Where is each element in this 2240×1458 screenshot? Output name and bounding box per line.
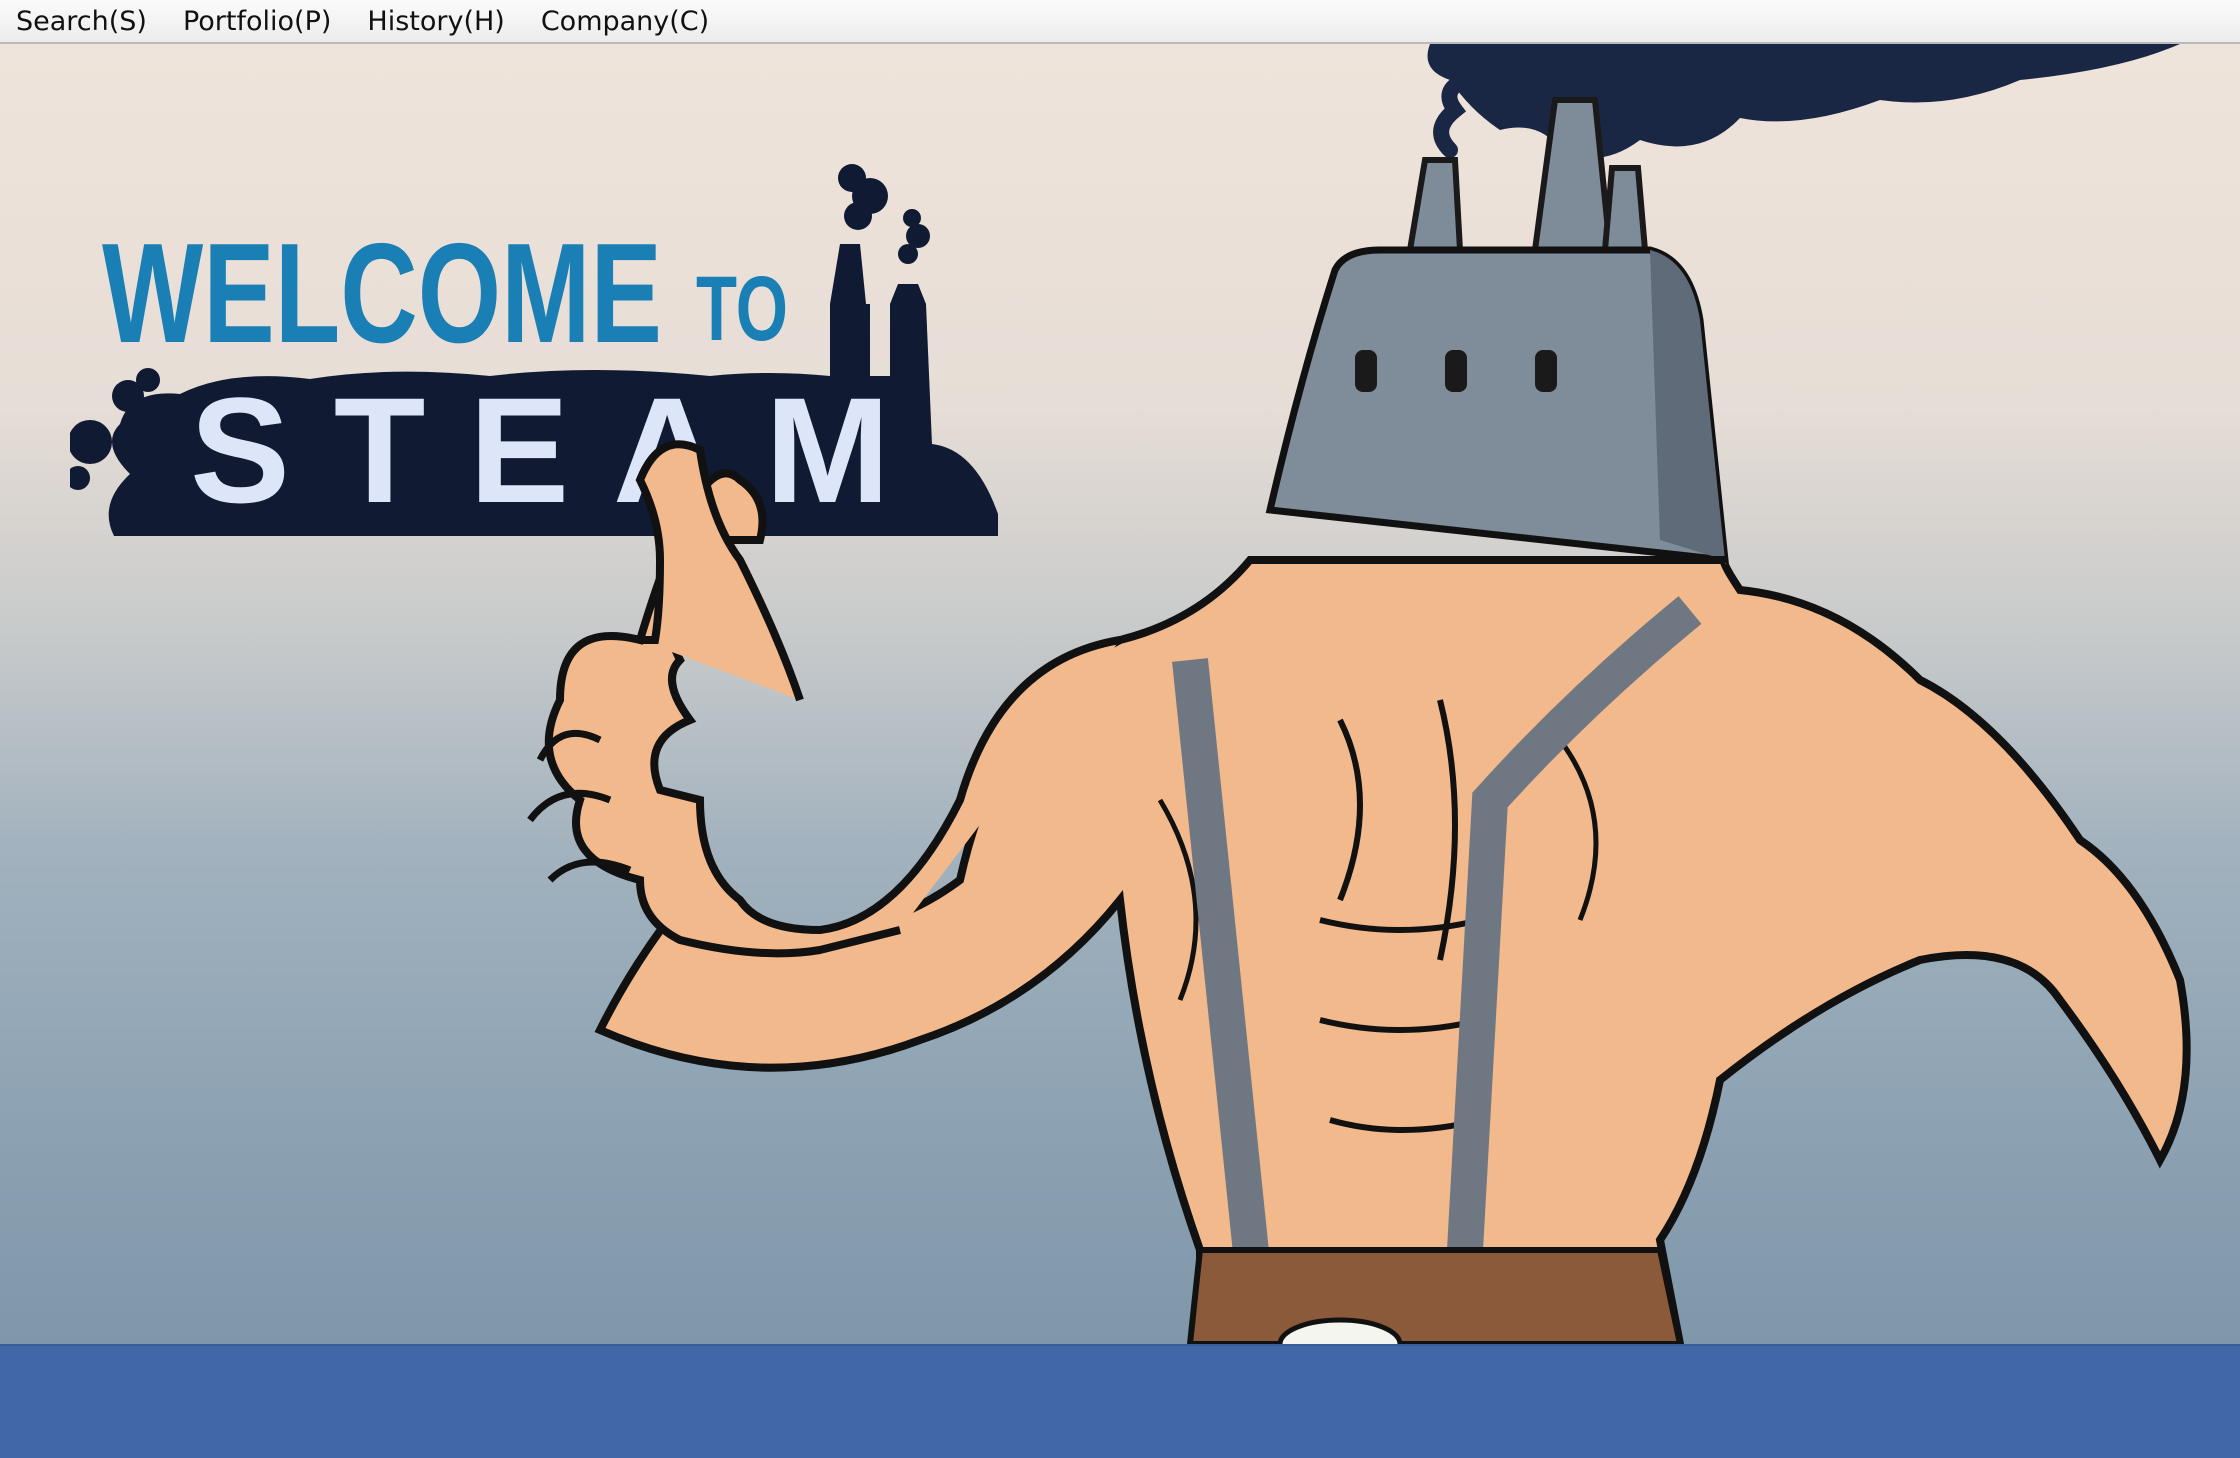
menu-company[interactable]: Company(C)	[523, 0, 727, 43]
menu-search[interactable]: Search(S)	[0, 0, 165, 43]
steam-mascot-illustration	[527, 44, 2191, 1344]
status-bar	[0, 1344, 2240, 1458]
welcome-banner: WELCOME TO STEAM	[0, 44, 2240, 1344]
menu-portfolio[interactable]: Portfolio(P)	[165, 0, 349, 43]
menu-bar: Search(S) Portfolio(P) History(H) Compan…	[0, 0, 2240, 44]
menu-history[interactable]: History(H)	[349, 0, 522, 43]
